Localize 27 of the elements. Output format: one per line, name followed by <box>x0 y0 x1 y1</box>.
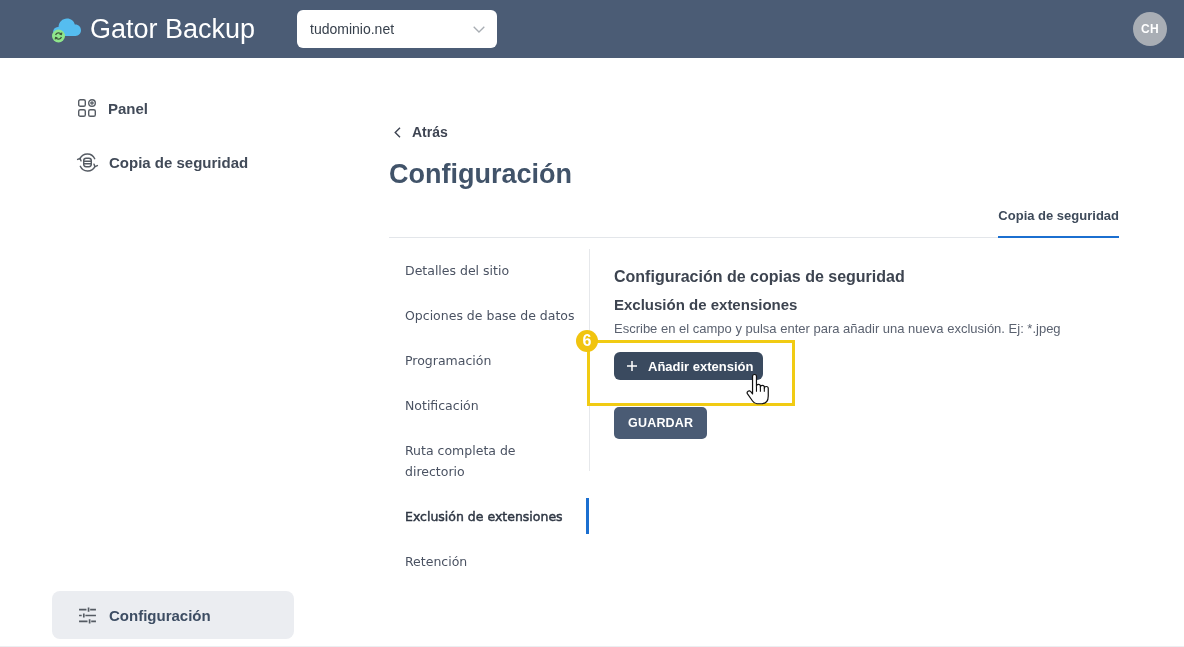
sidebar-item[interactable]: Panel <box>52 84 294 132</box>
save-button[interactable]: GUARDAR <box>614 407 708 439</box>
settings-sliders-icon <box>78 606 97 624</box>
settings-menu-item[interactable]: Detalles del sitio <box>389 252 589 288</box>
panel-title: Configuración de copias de seguridad <box>614 267 905 287</box>
add-extension-button[interactable]: Añadir extensión <box>614 352 764 380</box>
chevron-left-icon <box>394 126 401 138</box>
page-title: Configuración <box>389 158 572 191</box>
hand-cursor-icon <box>746 373 770 405</box>
tab[interactable]: Copia de seguridad <box>998 206 1119 238</box>
sidebar-item[interactable]: Configuración <box>52 591 294 639</box>
step-badge: 6 <box>576 330 598 352</box>
app-name: Gator Backup <box>90 13 256 45</box>
sidebar-item[interactable]: Copia de seguridad <box>52 138 294 186</box>
apps-grid-icon <box>78 99 96 117</box>
domain-select[interactable]: tudominio.net <box>297 10 497 48</box>
settings-menu-item[interactable]: Exclusión de extensiones <box>389 498 589 534</box>
settings-menu-item[interactable]: Ruta completa de directorio <box>389 432 589 489</box>
sync-database-icon <box>76 152 99 172</box>
settings-menu-item[interactable]: Notificación <box>389 387 589 423</box>
chevron-down-icon <box>473 25 485 33</box>
hint-text: Escribe en el campo y pulsa enter para añadir una nueva exclusión. Ej: *.jpeg <box>614 320 1061 338</box>
back-link[interactable]: Atrás <box>394 122 448 142</box>
settings-menu-item[interactable]: Retención <box>389 543 589 579</box>
settings-menu-item[interactable]: Opciones de base de datos <box>389 297 589 333</box>
section-title: Exclusión de extensiones <box>614 295 798 315</box>
plus-icon <box>627 361 637 371</box>
